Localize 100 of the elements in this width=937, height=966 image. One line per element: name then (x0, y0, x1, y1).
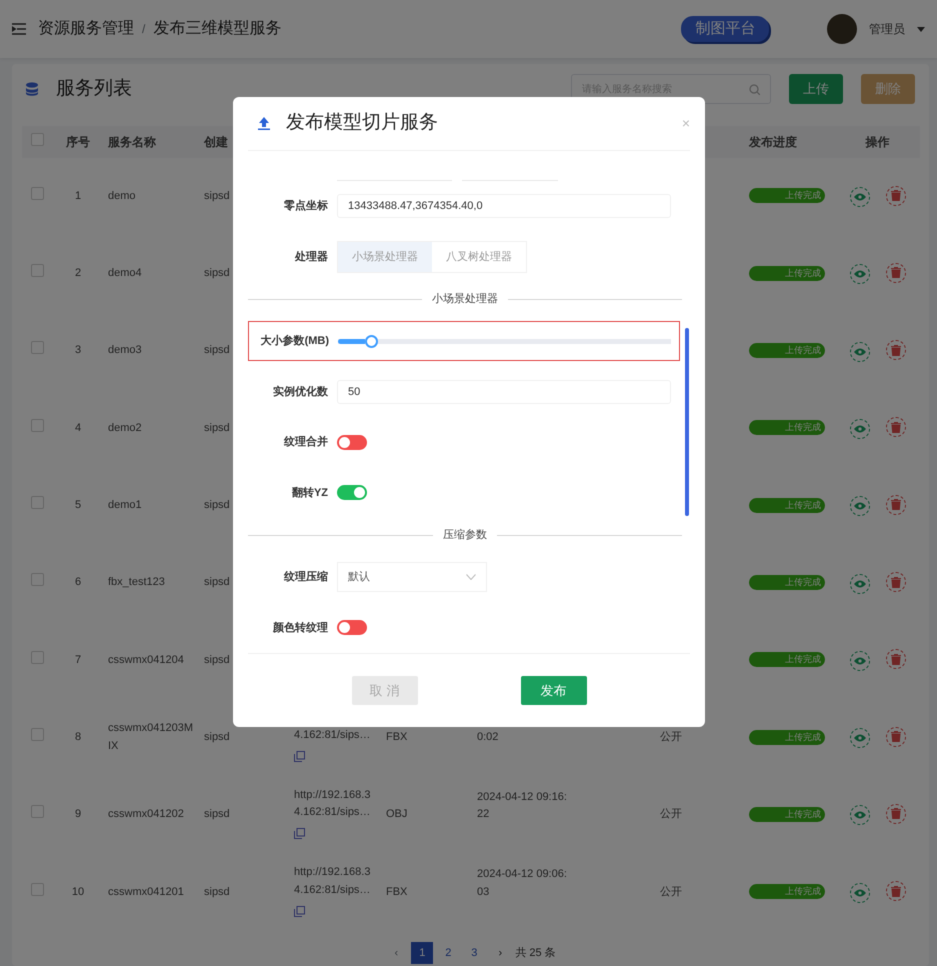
eye-icon (854, 270, 866, 278)
eye-icon (854, 348, 866, 356)
copy-icon[interactable] (294, 751, 305, 762)
delete-button[interactable] (886, 572, 906, 592)
progress-label: 上传完成 (749, 343, 825, 358)
field-label: 大小参数(MB) (260, 334, 329, 349)
table-cell: 公开 (660, 730, 682, 743)
close-button[interactable]: × (682, 113, 690, 134)
view-button[interactable] (850, 342, 870, 362)
eye-icon (854, 193, 866, 202)
view-button[interactable] (850, 882, 870, 903)
column-header: 序号 (66, 135, 90, 149)
platform-button[interactable]: 制图平台 (681, 16, 770, 42)
trash-icon (890, 731, 900, 742)
table-cell: sipsd (204, 267, 230, 280)
trash-icon (890, 576, 900, 588)
view-button[interactable] (850, 418, 870, 439)
toggle-switch[interactable] (337, 485, 367, 500)
column-header: 发布进度 (749, 135, 797, 149)
column-header: 服务名称 (108, 135, 156, 149)
eye-icon (854, 424, 866, 433)
input-field[interactable]: 13433488.47,3674354.40,0 (337, 194, 671, 218)
copy-icon[interactable] (294, 828, 305, 840)
delete-button[interactable] (886, 262, 906, 283)
section-title: 压缩参数 (443, 528, 487, 543)
field-label: 实例优化数 (272, 384, 328, 400)
view-button[interactable] (850, 264, 870, 284)
delete-button[interactable] (886, 804, 906, 824)
copy-icon[interactable] (294, 906, 305, 917)
delete-button[interactable] (886, 340, 906, 360)
view-button[interactable] (850, 728, 870, 748)
table-cell: FBX (386, 886, 408, 898)
delete-button[interactable] (886, 186, 906, 206)
menu-icon[interactable] (12, 23, 26, 35)
field-label: 处理器 (294, 250, 328, 264)
trash-icon (890, 808, 900, 820)
eye-icon (854, 502, 866, 510)
url-text: http://192.168.34.162:81/sips… (294, 788, 372, 820)
view-button[interactable] (850, 496, 870, 516)
view-button[interactable] (850, 650, 870, 671)
delete-button[interactable] (886, 881, 906, 902)
avatar[interactable] (827, 14, 857, 44)
checkbox[interactable] (30, 133, 44, 146)
view-button[interactable] (850, 805, 870, 826)
checkbox[interactable] (30, 341, 44, 354)
table-cell-text: csswmx041201 (108, 884, 184, 900)
input-field[interactable]: 50 (337, 380, 671, 404)
table-cell-text: csswmx041204 (108, 652, 184, 668)
checkbox[interactable] (30, 728, 44, 741)
select-field[interactable]: 默认 (337, 562, 487, 592)
upload-button[interactable]: 上传 (789, 74, 843, 104)
view-button[interactable] (850, 187, 870, 208)
progress-label: 上传完成 (749, 574, 825, 590)
view-button[interactable] (850, 574, 870, 594)
checkbox[interactable] (30, 264, 44, 278)
delete-button[interactable] (886, 726, 906, 747)
table-cell: sipsd (204, 499, 230, 512)
table-cell: sipsd (204, 344, 230, 356)
table-cell: sipsd (204, 886, 230, 898)
user-name[interactable]: 管理员 (869, 20, 905, 38)
field-label: 零点坐标 (283, 198, 328, 214)
table-cell: 7 (74, 654, 82, 666)
table-cell-text: fbx_test123 (108, 575, 165, 590)
database-icon (26, 82, 38, 96)
breadcrumb-item[interactable]: 资源服务管理 (38, 17, 134, 41)
toggle-switch[interactable] (337, 434, 367, 450)
checkbox[interactable] (30, 650, 44, 664)
table-cell: sipsd (204, 576, 230, 588)
table-cell: sipsd (204, 654, 230, 666)
slider-thumb[interactable] (364, 334, 378, 348)
checkbox[interactable] (30, 186, 44, 200)
field-label: 纹理压缩 (282, 570, 328, 585)
caret-icon[interactable] (917, 26, 925, 32)
table-cell: 公开 (660, 808, 682, 820)
segment-option[interactable]: 小场景处理器 (338, 242, 432, 272)
table-cell-text: demo1 (108, 498, 142, 514)
toggle-switch[interactable] (337, 620, 367, 636)
trash-icon (890, 344, 900, 356)
checkbox[interactable] (30, 882, 44, 896)
progress-label: 上传完成 (749, 498, 825, 513)
table-cell: sipsd (204, 422, 230, 434)
trash-icon (890, 190, 900, 202)
trash-icon (890, 422, 900, 433)
checkbox[interactable] (30, 418, 44, 432)
progress-label: 上传完成 (749, 884, 825, 900)
scrollbar[interactable] (685, 328, 689, 516)
delete-button[interactable] (886, 417, 906, 438)
table-cell-text: demo3 (108, 343, 142, 358)
checkbox[interactable] (30, 573, 44, 586)
table-cell: 4 (74, 422, 82, 434)
page-button[interactable]: 1 (411, 942, 434, 964)
checkbox[interactable] (30, 805, 44, 818)
table-cell-text: 0:02 (477, 730, 500, 745)
table-cell: sipsd (204, 808, 230, 820)
checkbox[interactable] (30, 496, 44, 510)
progress-label: 上传完成 (749, 730, 825, 745)
breadcrumb-separator: / (142, 21, 146, 38)
delete-button[interactable] (886, 649, 906, 670)
publish-button[interactable]: 发布 (520, 676, 586, 705)
delete-button[interactable] (886, 494, 906, 515)
